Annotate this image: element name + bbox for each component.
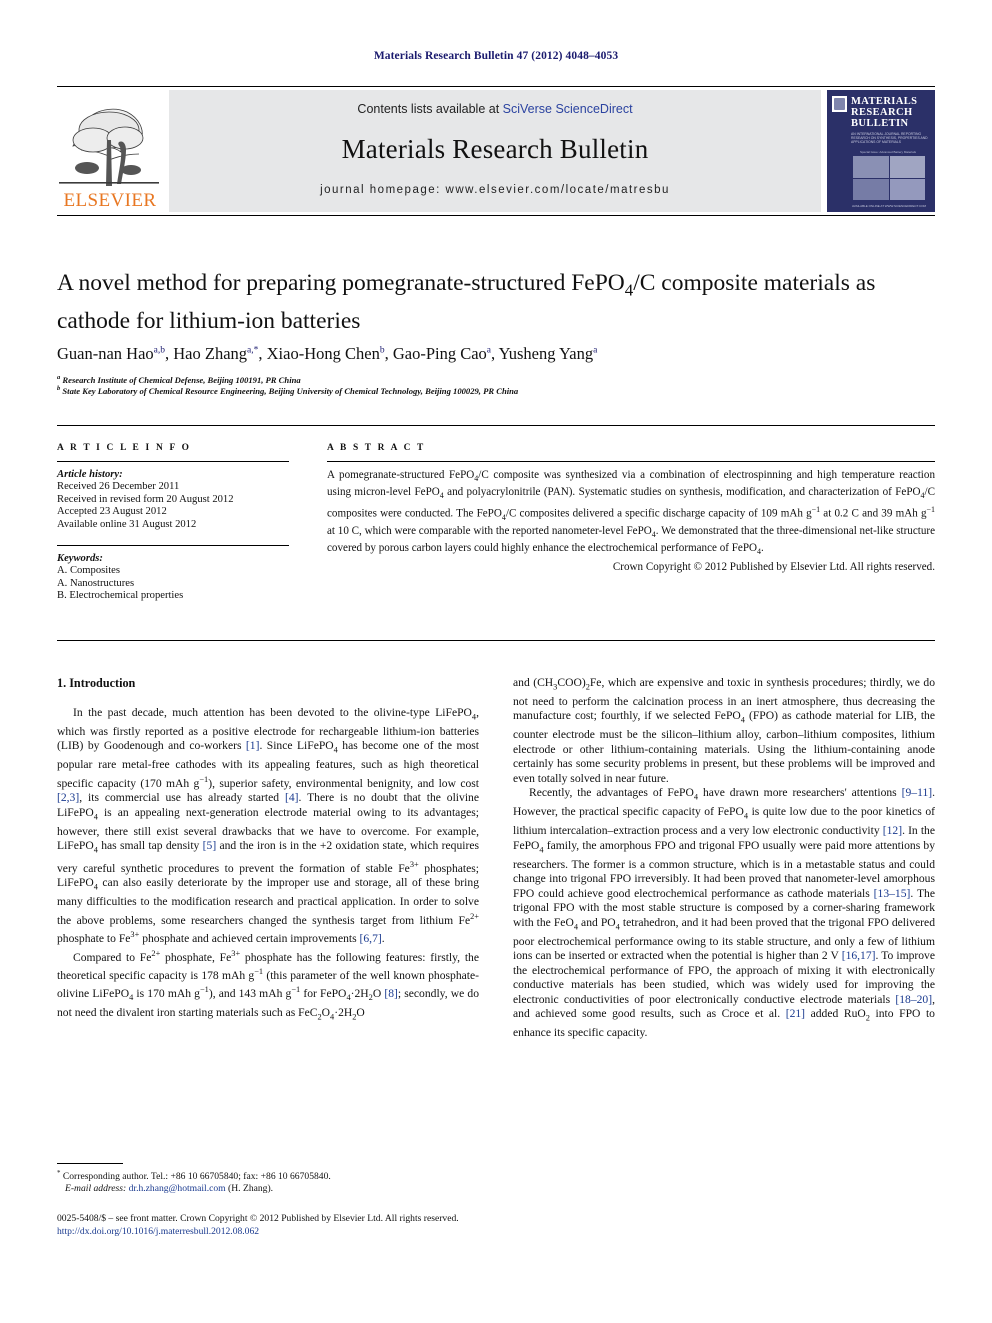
body-column-right: and (CH3COO)2Fe, which are expensive and…: [513, 676, 935, 1041]
citation-ref[interactable]: [5]: [203, 839, 217, 852]
citation-ref[interactable]: [2,3]: [57, 791, 79, 804]
doi-link[interactable]: http://dx.doi.org/10.1016/j.materresbull…: [57, 1225, 935, 1238]
keywords-block: Keywords: A. Composites A. Nanostructure…: [57, 553, 289, 603]
paragraph: Compared to Fe2+ phosphate, Fe3+ phospha…: [57, 948, 480, 1022]
cover-title-line1: MATERIALS: [851, 96, 918, 107]
keyword-item: A. Nanostructures: [57, 577, 135, 589]
contents-banner: Contents lists available at SciVerse Sci…: [169, 90, 821, 212]
corresponding-author-footnote: * Corresponding author. Tel.: +86 10 667…: [57, 1168, 479, 1196]
elsevier-logo: ELSEVIER: [57, 90, 161, 213]
article-info-divider: [57, 461, 289, 462]
abstract-divider: [327, 461, 935, 462]
cover-title-line3: BULLETIN: [851, 118, 909, 129]
journal-homepage[interactable]: journal homepage: www.elsevier.com/locat…: [169, 184, 821, 196]
info-rule-top: [57, 425, 935, 426]
abstract-column: A B S T R A C T A pomegranate-structured…: [327, 443, 935, 574]
citation-ref[interactable]: [1]: [246, 739, 260, 752]
paper-page: Materials Research Bulletin 47 (2012) 40…: [0, 0, 992, 1323]
cover-elsevier-mark-icon: [832, 96, 847, 112]
cover-footer: AVAILABLE ONLINE AT WWW.SCIENCEDIRECT.CO…: [852, 204, 926, 208]
email-owner: (H. Zhang).: [228, 1183, 274, 1195]
keywords-label: Keywords:: [57, 553, 103, 565]
history-item: Available online 31 August 2012: [57, 518, 197, 530]
bottom-matter: 0025-5408/$ – see front matter. Crown Co…: [57, 1212, 935, 1238]
citation-ref[interactable]: [13–15]: [874, 887, 911, 900]
footnote-line-1: * Corresponding author. Tel.: +86 10 667…: [57, 1168, 479, 1183]
footnote-divider: [57, 1163, 123, 1164]
sciencedirect-link[interactable]: SciVerse ScienceDirect: [503, 102, 633, 116]
contents-prefix: Contents lists available at: [357, 102, 503, 116]
cover-subtitle: AN INTERNATIONAL JOURNAL REPORTING RESEA…: [851, 132, 928, 144]
elsevier-tree-icon: [59, 108, 159, 186]
issn-copyright-line: 0025-5408/$ – see front matter. Crown Co…: [57, 1213, 459, 1224]
running-head: Materials Research Bulletin 47 (2012) 40…: [373, 50, 619, 62]
abstract-copyright: Crown Copyright © 2012 Published by Else…: [612, 561, 935, 574]
article-info-heading: A R T I C L E I N F O: [57, 443, 192, 453]
citation-ref[interactable]: [18–20]: [895, 993, 932, 1006]
article-info-column: A R T I C L E I N F O Article history: R…: [57, 443, 289, 603]
citation-ref[interactable]: [16,17]: [842, 949, 876, 962]
email-link[interactable]: dr.h.zhang@hotmail.com: [129, 1183, 226, 1194]
footnote-marker: *: [57, 1170, 61, 1177]
email-label: E-mail address:: [65, 1183, 127, 1195]
body-column-left: 1. Introduction In the past decade, much…: [57, 676, 479, 1025]
info-rule-bottom: [57, 640, 935, 641]
elsevier-wordmark: ELSEVIER: [63, 190, 157, 211]
citation-ref[interactable]: [4]: [285, 791, 299, 804]
paragraph: and (CH3COO)2Fe, which are expensive and…: [513, 676, 935, 785]
cover-figure-grid: [853, 156, 925, 200]
author-list: Guan-nan Haoa,b, Hao Zhanga,*, Xiao-Hong…: [57, 344, 598, 363]
keywords-divider: [57, 545, 289, 547]
paragraph: In the past decade, much attention has b…: [57, 706, 480, 946]
cover-figure-cell: [853, 178, 889, 200]
history-item: Accepted 23 August 2012: [57, 506, 167, 518]
citation-ref[interactable]: [8]: [384, 987, 398, 1000]
citation-ref[interactable]: [12]: [883, 824, 902, 837]
footnote-corresponding-text: Corresponding author. Tel.: +86 10 66705…: [62, 1171, 331, 1183]
affiliation-b: b State Key Laboratory of Chemical Resou…: [57, 385, 519, 396]
article-history-block: Article history: Received 26 December 20…: [57, 469, 289, 531]
abstract-text: A pomegranate-structured FePO4/C composi…: [327, 469, 936, 557]
journal-cover-thumbnail: MATERIALS RESEARCH BULLETIN AN INTERNATI…: [827, 90, 935, 212]
contents-lists-line: Contents lists available at SciVerse Sci…: [169, 102, 821, 116]
keyword-item: B. Electrochemical properties: [57, 590, 184, 602]
keyword-item: A. Composites: [57, 565, 120, 577]
citation-ref[interactable]: [6,7]: [360, 932, 382, 945]
section-heading-introduction: 1. Introduction: [57, 676, 136, 690]
cover-figure-cell: [853, 156, 889, 178]
history-item: Received 26 December 2011: [57, 481, 180, 493]
history-item: Received in revised form 20 August 2012: [57, 493, 234, 505]
cover-figure-caption: Special Issue: Advanced Battery Material…: [859, 150, 917, 154]
page-title: A novel method for preparing pomegranate…: [57, 270, 876, 334]
abstract-heading: A B S T R A C T: [327, 443, 426, 453]
journal-title: Materials Research Bulletin: [341, 134, 649, 164]
citation-ref[interactable]: [9–11]: [902, 786, 932, 799]
affiliation-b-text: State Key Laboratory of Chemical Resourc…: [62, 385, 519, 396]
citation-ref[interactable]: [21]: [786, 1007, 805, 1020]
journal-masthead: ELSEVIER Contents lists available at Sci…: [57, 86, 935, 216]
footnote-line-2: E-mail address: dr.h.zhang@hotmail.com (…: [57, 1183, 479, 1195]
cover-title-line2: RESEARCH: [851, 107, 913, 118]
cover-figure-cell: [889, 178, 925, 200]
article-history-label: Article history:: [57, 469, 123, 480]
paragraph: Recently, the advantages of FePO4 have d…: [513, 786, 936, 1040]
cover-title: MATERIALS RESEARCH BULLETIN: [851, 96, 931, 129]
cover-figure-cell: [889, 156, 925, 178]
